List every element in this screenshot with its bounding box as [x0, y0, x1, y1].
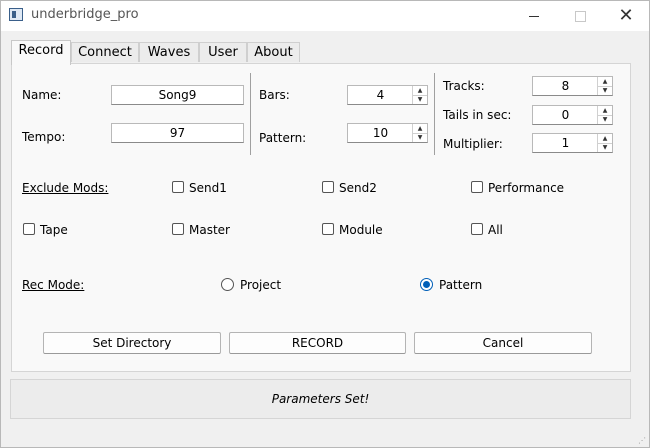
spin-arrows: ▲ ▼: [597, 106, 612, 124]
send2-label[interactable]: Send2: [339, 181, 377, 195]
spin-down-icon[interactable]: ▼: [413, 133, 427, 142]
tape-checkbox[interactable]: [23, 223, 35, 235]
pattern-value: 10: [372, 126, 389, 140]
set-directory-button[interactable]: Set Directory: [43, 332, 221, 354]
title-bar[interactable]: underbridge_pro ✕: [1, 1, 649, 31]
close-button[interactable]: ✕: [603, 1, 649, 31]
tab-record[interactable]: Record: [11, 40, 71, 65]
resize-grip-icon[interactable]: ⋰: [638, 437, 646, 445]
divider: [434, 73, 435, 155]
pattern-radio-label[interactable]: Pattern: [439, 278, 482, 292]
tails-label: Tails in sec:: [443, 108, 512, 122]
exclude-mods-label: Exclude Mods:: [22, 181, 109, 195]
tab-waves[interactable]: Waves: [139, 42, 199, 62]
multiplier-label: Multiplier:: [443, 137, 503, 151]
app-icon: [9, 8, 23, 21]
divider: [250, 73, 251, 155]
all-checkbox[interactable]: [471, 223, 483, 235]
tails-value: 0: [561, 108, 570, 122]
maximize-button: [557, 1, 603, 31]
spin-down-icon[interactable]: ▼: [598, 115, 612, 124]
send1-checkbox[interactable]: [172, 181, 184, 193]
maximize-icon: [574, 10, 586, 22]
project-radio[interactable]: [221, 278, 234, 291]
bars-value: 4: [376, 88, 385, 102]
tracks-spinbox[interactable]: 8 ▲ ▼: [532, 76, 613, 96]
spin-arrows: ▲ ▼: [597, 77, 612, 95]
spin-arrows: ▲ ▼: [597, 134, 612, 152]
record-panel: Name: Song9 Tempo: 97 Bars: 4 ▲ ▼ Patter…: [11, 63, 631, 372]
multiplier-spinbox[interactable]: 1 ▲ ▼: [532, 133, 613, 153]
module-label[interactable]: Module: [339, 223, 383, 237]
minimize-button[interactable]: [511, 1, 557, 31]
module-checkbox[interactable]: [322, 223, 334, 235]
master-checkbox[interactable]: [172, 223, 184, 235]
spin-down-icon[interactable]: ▼: [413, 95, 427, 104]
record-button[interactable]: RECORD: [229, 332, 406, 354]
tracks-value: 8: [561, 79, 570, 93]
all-label[interactable]: All: [488, 223, 503, 237]
tails-spinbox[interactable]: 0 ▲ ▼: [532, 105, 613, 125]
bars-spinbox[interactable]: 4 ▲ ▼: [347, 85, 428, 105]
name-field[interactable]: Song9: [111, 85, 244, 105]
minimize-icon: [529, 15, 539, 17]
pattern-label: Pattern:: [259, 131, 307, 145]
multiplier-value: 1: [561, 136, 570, 150]
rec-mode-label: Rec Mode:: [22, 278, 85, 292]
project-label[interactable]: Project: [240, 278, 281, 292]
performance-checkbox[interactable]: [471, 181, 483, 193]
tape-label[interactable]: Tape: [40, 223, 68, 237]
tab-connect[interactable]: Connect: [71, 42, 139, 62]
pattern-spinbox[interactable]: 10 ▲ ▼: [347, 123, 428, 143]
spin-down-icon[interactable]: ▼: [598, 86, 612, 95]
master-label[interactable]: Master: [189, 223, 230, 237]
spin-down-icon[interactable]: ▼: [598, 143, 612, 152]
window-title: underbridge_pro: [31, 7, 139, 22]
bars-label: Bars:: [259, 88, 290, 102]
performance-label[interactable]: Performance: [488, 181, 564, 195]
tempo-field[interactable]: 97: [111, 123, 244, 143]
tracks-label: Tracks:: [443, 79, 485, 93]
spin-arrows: ▲ ▼: [412, 86, 427, 104]
tempo-label: Tempo:: [22, 130, 66, 144]
close-icon: ✕: [618, 5, 634, 26]
cancel-button[interactable]: Cancel: [414, 332, 592, 354]
status-bar: Parameters Set!: [10, 379, 631, 419]
tab-about[interactable]: About: [247, 42, 300, 62]
send1-label[interactable]: Send1: [189, 181, 227, 195]
tab-user[interactable]: User: [199, 42, 247, 62]
send2-checkbox[interactable]: [322, 181, 334, 193]
name-label: Name:: [22, 88, 62, 102]
spin-arrows: ▲ ▼: [412, 124, 427, 142]
pattern-radio[interactable]: [420, 278, 433, 291]
